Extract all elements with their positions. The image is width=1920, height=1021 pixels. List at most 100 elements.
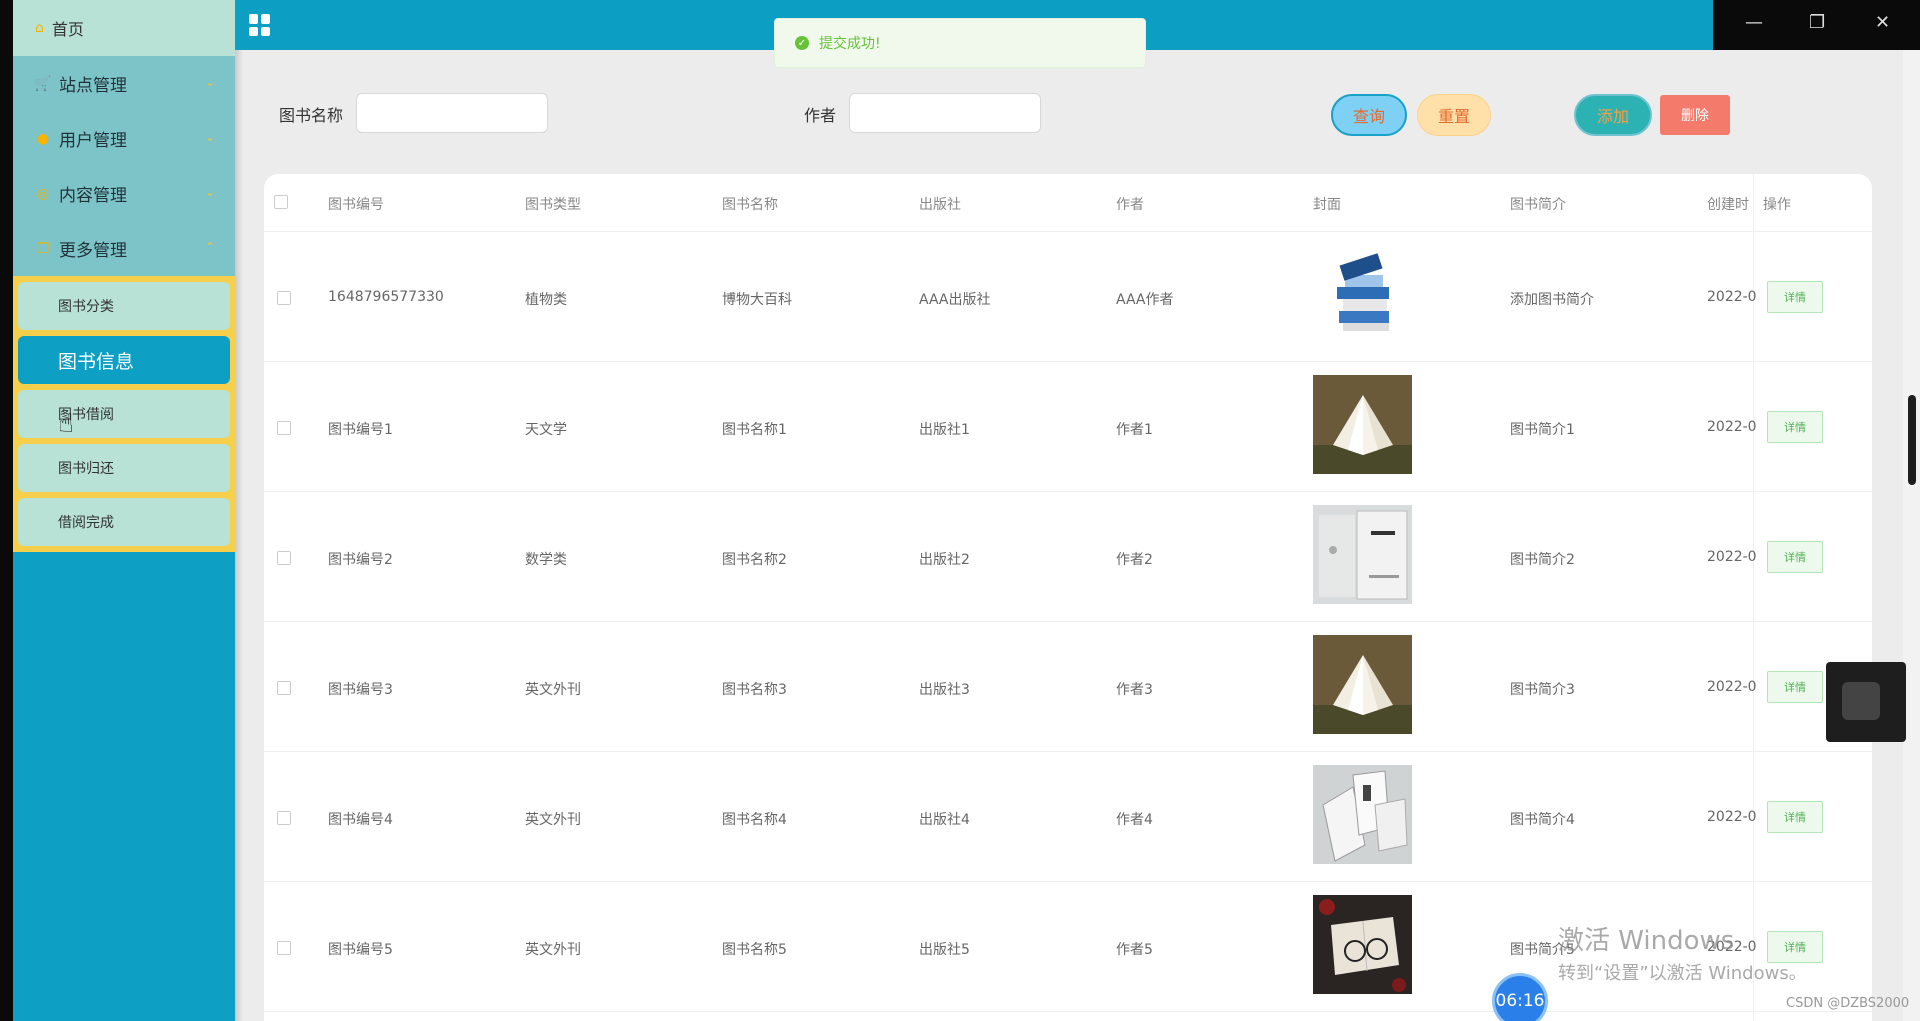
created-cell: 2022-0: [1707, 289, 1757, 305]
select-all-checkbox[interactable]: [274, 195, 288, 209]
close-icon[interactable]: ✕: [1875, 12, 1890, 33]
submenu-item-book-info[interactable]: 图书信息: [18, 336, 230, 384]
sidebar-group-users[interactable]: ● 用户管理 ⌄: [13, 111, 235, 166]
created-cell: 2022-0: [1707, 549, 1757, 565]
sidebar-group-site[interactable]: 🛒 站点管理 ⌄: [13, 56, 235, 111]
table-row[interactable]: 1648796577330 植物类 博物大百科 AAA出版社 AAA作者 添加图…: [264, 232, 1872, 362]
author-cell: 作者1: [1116, 422, 1153, 438]
book-type-cell: 数学类: [525, 552, 567, 568]
column-header[interactable]: 操作: [1763, 194, 1791, 214]
window-controls: — ❐ ✕: [1713, 0, 1920, 50]
submenu-item-label: 借阅完成: [58, 515, 114, 531]
column-header[interactable]: 图书编号: [328, 194, 384, 214]
copy-icon: ❐: [36, 240, 50, 257]
row-checkbox[interactable]: [277, 291, 291, 305]
submenu-item-borrow-complete[interactable]: 借阅完成: [18, 498, 230, 546]
windows-activation-notice: 激活 Windows 转到“设置”以激活 Windows。: [1558, 920, 1807, 985]
hand-cursor-icon: ☝: [58, 409, 74, 439]
home-icon: ⌂: [35, 20, 44, 36]
sidebar-edge: [0, 0, 13, 1021]
row-checkbox[interactable]: [277, 681, 291, 695]
chevron-down-icon: ⌄: [204, 130, 215, 144]
column-header[interactable]: 图书简介: [1510, 194, 1566, 214]
chevron-up-icon: ⌃: [204, 240, 215, 254]
submenu-item-book-category[interactable]: 图书分类: [18, 282, 230, 330]
detail-button[interactable]: 详情: [1767, 671, 1823, 703]
reset-button[interactable]: 重置: [1417, 94, 1491, 136]
submenu-item-book-return[interactable]: 图书归还: [18, 444, 230, 492]
floating-media-panel[interactable]: [1826, 662, 1906, 742]
book-name-cell: 图书名称1: [722, 422, 787, 438]
submenu-more: 图书分类 图书信息 图书借阅 图书归还 借阅完成: [13, 276, 235, 552]
activation-subtitle: 转到“设置”以激活 Windows。: [1558, 963, 1807, 984]
book-cover-image: [1313, 375, 1412, 474]
column-header[interactable]: 图书名称: [722, 194, 778, 214]
sidebar-item-home[interactable]: ⌂ 首页: [13, 0, 235, 56]
row-checkbox[interactable]: [277, 551, 291, 565]
table-row[interactable]: 图书编号2 数学类 图书名称2 出版社2 作者2 图书简介2 2022-0 详情: [264, 492, 1872, 622]
book-id-cell: 图书编号1: [328, 422, 393, 438]
delete-button[interactable]: 删除: [1660, 95, 1730, 135]
book-name-input[interactable]: [356, 93, 548, 133]
minimize-icon[interactable]: —: [1745, 12, 1763, 33]
sidebar-item-label: 首页: [51, 20, 84, 39]
publisher-cell: 出版社5: [919, 942, 970, 958]
row-checkbox[interactable]: [277, 811, 291, 825]
book-cover-image: [1313, 635, 1412, 734]
books-table: 图书编号 图书类型 图书名称 出版社 作者 封面 图书简介 创建时 操作 164…: [264, 174, 1872, 1021]
chat-icon: ◎: [36, 185, 50, 202]
column-header[interactable]: 出版社: [919, 194, 961, 214]
row-checkbox[interactable]: [277, 941, 291, 955]
created-cell: 2022-0: [1707, 809, 1757, 825]
detail-button[interactable]: 详情: [1767, 541, 1823, 573]
sidebar-group-label: 用户管理: [59, 131, 127, 151]
query-button[interactable]: 查询: [1331, 94, 1407, 136]
book-id-cell: 1648796577330: [328, 289, 444, 305]
table-row[interactable]: 图书编号4 英文外刊 图书名称4 出版社4 作者4 图书简介4 2022-0 详…: [264, 752, 1872, 882]
sidebar-group-more[interactable]: ❐ 更多管理 ⌃: [13, 221, 235, 276]
publisher-cell: 出版社4: [919, 812, 970, 828]
table-row[interactable]: 图书编号1 天文学 图书名称1 出版社1 作者1 图书简介1 2022-0 详情: [264, 362, 1872, 492]
author-cell: 作者3: [1116, 682, 1153, 698]
add-button[interactable]: 添加: [1574, 94, 1652, 136]
scrollbar-thumb[interactable]: [1908, 395, 1916, 485]
author-label: 作者: [804, 106, 837, 125]
success-toast: ✓ 提交成功!: [774, 18, 1146, 68]
submenu-item-label: 图书分类: [58, 299, 114, 315]
detail-button[interactable]: 详情: [1767, 411, 1823, 443]
sidebar-group-content[interactable]: ◎ 内容管理 ⌄: [13, 166, 235, 221]
author-cell: 作者2: [1116, 552, 1153, 568]
intro-cell: 图书简介2: [1510, 552, 1575, 568]
sidebar: ⌂ 首页 🛒 站点管理 ⌄ ● 用户管理 ⌄ ◎ 内容管理 ⌄ ❐ 更多管理 ⌃…: [0, 0, 235, 1021]
detail-button[interactable]: 详情: [1767, 801, 1823, 833]
book-cover-image: [1313, 895, 1412, 994]
sidebar-group-label: 内容管理: [59, 186, 127, 206]
author-input[interactable]: [849, 93, 1041, 133]
page-scrollbar[interactable]: [1903, 50, 1920, 1021]
book-name-label: 图书名称: [279, 106, 344, 125]
column-header[interactable]: 封面: [1313, 194, 1341, 214]
row-checkbox[interactable]: [277, 421, 291, 435]
author-cell: AAA作者: [1116, 292, 1174, 308]
author-cell: 作者4: [1116, 812, 1153, 828]
intro-cell: 图书简介1: [1510, 422, 1575, 438]
submenu-item-book-borrow[interactable]: 图书借阅: [18, 390, 230, 438]
book-cover-image: [1313, 245, 1412, 344]
book-id-cell: 图书编号2: [328, 552, 393, 568]
column-header[interactable]: 创建时: [1707, 194, 1749, 214]
table-row[interactable]: 图书编号3 英文外刊 图书名称3 出版社3 作者3 图书简介3 2022-0 详…: [264, 622, 1872, 752]
intro-cell: 图书简介3: [1510, 682, 1575, 698]
activation-title: 激活 Windows: [1558, 926, 1735, 956]
book-name-cell: 图书名称5: [722, 942, 787, 958]
book-cover-image: [1313, 765, 1412, 864]
column-header[interactable]: 图书类型: [525, 194, 581, 214]
column-header[interactable]: 作者: [1116, 194, 1144, 214]
detail-button[interactable]: 详情: [1767, 281, 1823, 313]
play-icon[interactable]: [1842, 682, 1880, 720]
recording-timer[interactable]: 06:16: [1492, 973, 1548, 1021]
book-type-cell: 植物类: [525, 292, 567, 308]
book-name-cell: 图书名称3: [722, 682, 787, 698]
restore-icon[interactable]: ❐: [1809, 12, 1825, 33]
sidebar-group-label: 更多管理: [59, 241, 127, 261]
book-id-cell: 图书编号3: [328, 682, 393, 698]
